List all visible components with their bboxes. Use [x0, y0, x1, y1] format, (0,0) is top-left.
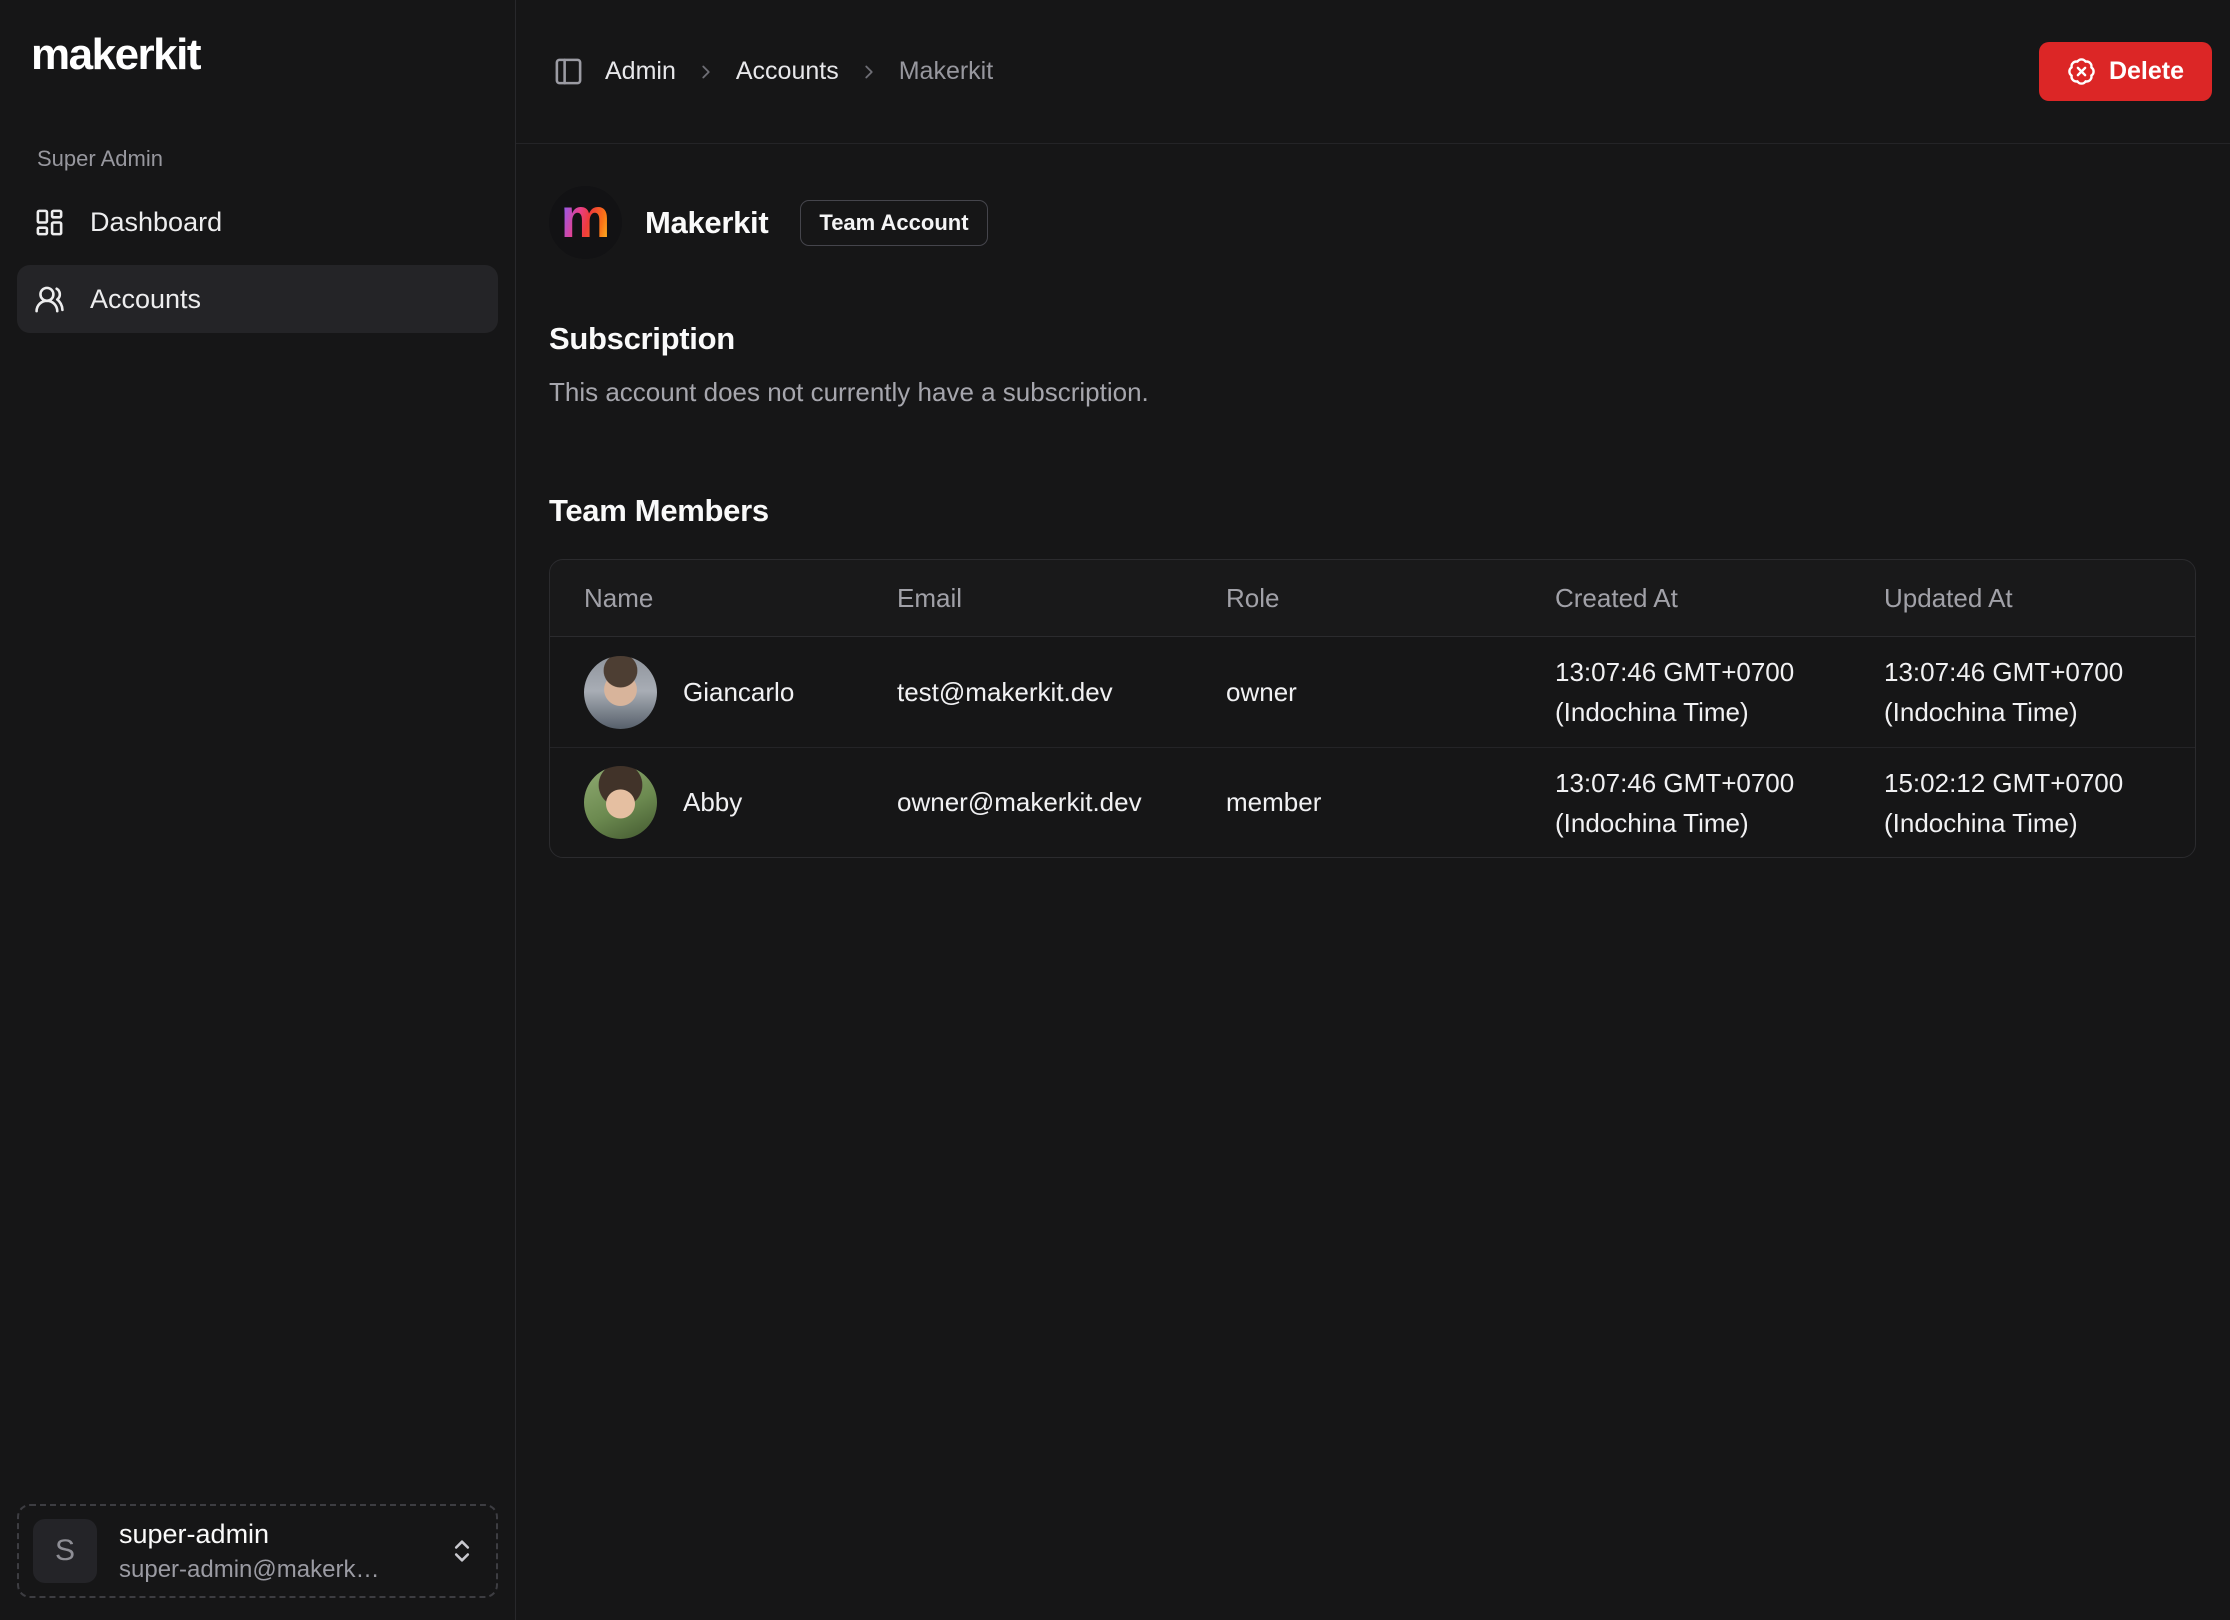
sidebar-item-label: Accounts	[90, 284, 201, 315]
topbar: Admin Accounts Makerkit Delete	[516, 0, 2230, 144]
member-email: owner@makerkit.dev	[879, 787, 1208, 818]
users-icon	[34, 284, 65, 315]
member-role: member	[1208, 787, 1537, 818]
account-detail-page: m Makerkit Team Account Subscription Thi…	[516, 144, 2230, 858]
column-header-role: Role	[1208, 583, 1537, 614]
sidebar-item-dashboard[interactable]: Dashboard	[17, 188, 498, 256]
user-menu-trigger[interactable]: S super-admin super-admin@makerk…	[17, 1504, 498, 1598]
panel-left-icon	[553, 56, 584, 87]
breadcrumb-item-makerkit: Makerkit	[899, 57, 993, 86]
member-name: Giancarlo	[683, 677, 794, 708]
account-avatar: m	[549, 186, 622, 259]
column-header-name: Name	[550, 583, 879, 614]
member-role: owner	[1208, 677, 1537, 708]
badge-x-icon	[2067, 57, 2096, 86]
chevron-right-icon	[858, 61, 880, 83]
user-info: super-admin super-admin@makerk…	[119, 1519, 426, 1584]
breadcrumb: Admin Accounts Makerkit	[605, 57, 993, 86]
account-type-badge: Team Account	[800, 200, 987, 246]
subscription-title: Subscription	[549, 321, 2196, 357]
member-updated-at: 13:07:46 GMT+0700 (Indochina Time)	[1866, 652, 2195, 732]
delete-button-label: Delete	[2109, 57, 2184, 86]
subscription-empty-message: This account does not currently have a s…	[549, 377, 2196, 408]
breadcrumb-item-accounts[interactable]: Accounts	[736, 57, 839, 86]
table-row: Giancarlotest@makerkit.devowner13:07:46 …	[550, 637, 2195, 747]
user-name: super-admin	[119, 1519, 426, 1550]
member-email: test@makerkit.dev	[879, 677, 1208, 708]
sidebar-section-label: Super Admin	[37, 146, 515, 172]
app-logo: makerkit	[31, 30, 515, 80]
team-members-rows: Giancarlotest@makerkit.devowner13:07:46 …	[550, 637, 2195, 857]
table-header-row: Name Email Role Created At Updated At	[550, 560, 2195, 637]
chevrons-up-down-icon	[448, 1537, 476, 1565]
column-header-email: Email	[879, 583, 1208, 614]
chevron-right-icon	[695, 61, 717, 83]
sidebar-nav: Dashboard Accounts	[0, 188, 515, 333]
member-created-at: 13:07:46 GMT+0700 (Indochina Time)	[1537, 652, 1866, 732]
team-members-title: Team Members	[549, 493, 2196, 529]
table-row: Abby owner@makerkit.devmember13:07:46 GMT…	[550, 747, 2195, 857]
member-name: Abby	[683, 787, 742, 818]
member-avatar	[584, 766, 657, 839]
account-name: Makerkit	[645, 205, 768, 241]
sidebar: makerkit Super Admin Dashboard Accounts …	[0, 0, 516, 1620]
layout-dashboard-icon	[34, 207, 65, 238]
delete-button[interactable]: Delete	[2039, 42, 2212, 101]
user-email: super-admin@makerk…	[119, 1556, 426, 1584]
sidebar-item-accounts[interactable]: Accounts	[17, 265, 498, 333]
member-avatar	[584, 656, 657, 729]
member-updated-at: 15:02:12 GMT+0700 (Indochina Time)	[1866, 763, 2195, 843]
column-header-updated-at: Updated At	[1866, 583, 2195, 614]
user-avatar: S	[33, 1519, 97, 1583]
sidebar-item-label: Dashboard	[90, 207, 222, 238]
breadcrumb-item-admin[interactable]: Admin	[605, 57, 676, 86]
account-header: m Makerkit Team Account	[549, 186, 2196, 259]
team-members-table: Name Email Role Created At Updated At Gi…	[549, 559, 2196, 858]
sidebar-toggle-button[interactable]	[553, 56, 584, 87]
main-area: Admin Accounts Makerkit Delete m Makerkit …	[516, 0, 2230, 1620]
member-created-at: 13:07:46 GMT+0700 (Indochina Time)	[1537, 763, 1866, 843]
column-header-created-at: Created At	[1537, 583, 1866, 614]
